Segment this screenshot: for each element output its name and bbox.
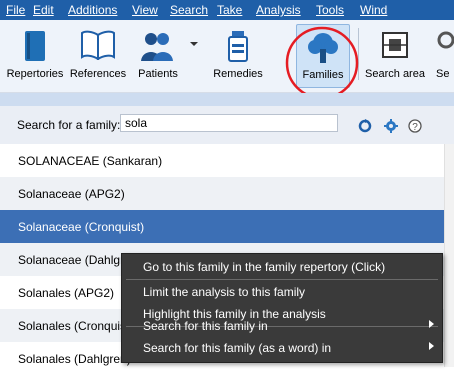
list-scrollbar[interactable]: [444, 144, 454, 367]
toolbar: Repertories References Patients Remedies…: [0, 20, 454, 93]
search-area-icon: [382, 32, 408, 58]
remedy-jar-icon: [228, 31, 248, 62]
list-item-label: Solanales (APG2): [18, 286, 115, 300]
search-label: Search for a family:: [17, 118, 121, 132]
references-button[interactable]: References: [68, 24, 128, 86]
list-item-label: Solanales (Cronquist): [18, 319, 134, 333]
menu-analysis[interactable]: Analysis: [256, 3, 301, 17]
toolbar-separator: [358, 28, 359, 80]
goto-family-repertory-item[interactable]: Go to this family in the family repertor…: [122, 257, 442, 277]
search-area-label: Search area: [365, 68, 425, 80]
menu-tools[interactable]: Tools: [316, 3, 344, 17]
search-area-button[interactable]: Search area: [362, 24, 428, 86]
help-icon[interactable]: ?: [408, 119, 422, 133]
book-icon: [25, 31, 45, 61]
limit-analysis-item[interactable]: Limit the analysis to this family: [122, 282, 442, 302]
list-item-label: Solanales (Dahlgren): [18, 352, 131, 366]
patients-button[interactable]: Patients: [130, 24, 186, 86]
svg-text:?: ?: [412, 122, 418, 133]
se-label: Se: [436, 68, 450, 80]
menu-search[interactable]: Search: [170, 3, 208, 17]
list-item[interactable]: Solanaceae (APG2): [0, 177, 444, 210]
repertories-button[interactable]: Repertories: [2, 24, 68, 86]
open-book-icon: [81, 30, 115, 60]
submenu-arrow-icon: [429, 342, 434, 350]
submenu-arrow-icon: [429, 320, 434, 328]
menu-file[interactable]: File: [6, 3, 25, 17]
menu-edit[interactable]: Edit: [33, 3, 54, 17]
menu-separator: [126, 279, 438, 280]
tree-icon: [308, 33, 338, 63]
list-item-label: SOLANACEAE (Sankaran): [18, 154, 163, 168]
patients-label: Patients: [138, 68, 178, 80]
list-item-label: Solanaceae (Cronquist): [18, 220, 145, 234]
list-item[interactable]: SOLANACEAE (Sankaran): [0, 144, 444, 177]
search-settings-icon: [437, 31, 454, 49]
list-item-label: Solanaceae (APG2): [18, 187, 125, 201]
refresh-icon[interactable]: [358, 119, 372, 133]
list-item-selected[interactable]: Solanaceae (Cronquist): [0, 210, 444, 243]
menu-bar: File Edit Additions View Search Take Ana…: [0, 0, 454, 20]
remedies-label: Remedies: [213, 68, 263, 80]
menu-take[interactable]: Take: [217, 3, 242, 17]
context-menu: Go to this family in the family repertor…: [121, 253, 443, 363]
family-search-input[interactable]: [120, 114, 338, 132]
patients-dropdown-arrow-icon[interactable]: [190, 42, 198, 46]
panel-header-band: [0, 93, 454, 106]
menu-view[interactable]: View: [132, 3, 158, 17]
patients-icon: [141, 33, 173, 61]
search-family-in-item[interactable]: Search for this family in: [122, 316, 442, 336]
references-label: References: [69, 68, 127, 80]
family-search-panel: Search for a family: ?: [0, 106, 454, 144]
repertories-label: Repertories: [6, 68, 64, 80]
search-family-word-in-item[interactable]: Search for this family (as a word) in: [122, 338, 442, 358]
remedies-button[interactable]: Remedies: [206, 24, 270, 86]
families-button[interactable]: Families: [296, 24, 350, 88]
menu-additions[interactable]: Additions: [68, 3, 117, 17]
menu-window[interactable]: Wind: [360, 3, 387, 17]
gear-icon[interactable]: [384, 119, 398, 133]
families-label: Families: [302, 69, 344, 81]
se-button[interactable]: Se: [432, 24, 454, 86]
